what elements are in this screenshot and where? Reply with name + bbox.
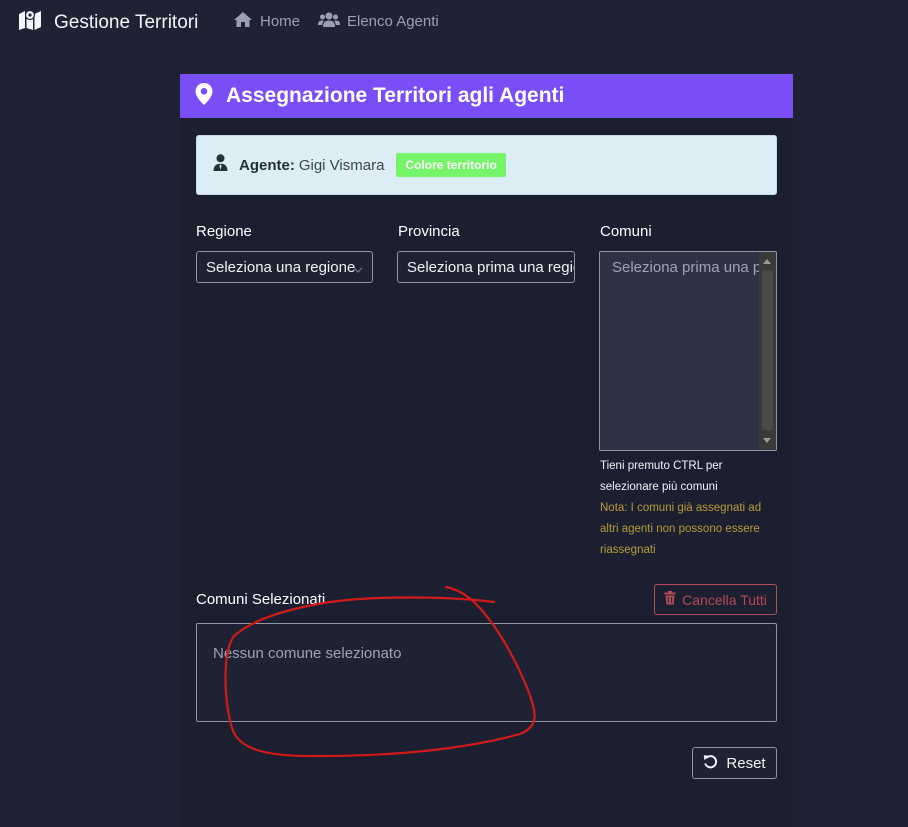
agent-name: Gigi Vismara bbox=[298, 156, 385, 174]
region-select-value: Seleziona una regione bbox=[206, 259, 356, 276]
card-header: Assegnazione Territori agli Agenti bbox=[180, 74, 793, 118]
brand[interactable]: Gestione Territori bbox=[18, 9, 198, 36]
comuni-label: Comuni bbox=[600, 223, 652, 240]
card-title: Assegnazione Territori agli Agenti bbox=[226, 84, 565, 107]
multiselect-help-text: Tieni premuto CTRL per selezionare più c… bbox=[600, 460, 723, 493]
map-marker-icon bbox=[194, 82, 214, 111]
province-select-value: Seleziona prima una regione bbox=[407, 259, 574, 276]
navbar: Gestione Territori Home Elenco Agenti bbox=[0, 0, 908, 44]
comuni-scrollbar[interactable] bbox=[759, 252, 776, 450]
selected-comuni-label: Comuni Selezionati bbox=[196, 591, 326, 608]
home-icon bbox=[233, 11, 260, 32]
assignment-note-text: Nota: I comuni già assegnati ad altri ag… bbox=[600, 502, 762, 556]
comuni-multiselect[interactable]: Seleziona prima una provincia bbox=[599, 251, 777, 451]
agent-label: Agente: bbox=[239, 156, 295, 174]
territory-color-badge: Colore territorio bbox=[396, 153, 506, 177]
chevron-down-icon bbox=[353, 261, 363, 278]
brand-title: Gestione Territori bbox=[54, 11, 199, 33]
region-label: Regione bbox=[196, 223, 252, 240]
reset-button[interactable]: Reset bbox=[692, 747, 777, 779]
nav-agents-link[interactable]: Elenco Agenti bbox=[318, 11, 439, 32]
nav-agents-label: Elenco Agenti bbox=[347, 13, 439, 30]
comuni-placeholder: Seleziona prima una provincia bbox=[612, 259, 776, 276]
agent-info-box: Agente: Gigi Vismara Colore territorio bbox=[196, 135, 777, 195]
scrollbar-thumb[interactable] bbox=[762, 270, 773, 430]
selected-comuni-box: Nessun comune selezionato bbox=[196, 623, 777, 722]
trash-icon bbox=[664, 591, 682, 608]
region-select[interactable]: Seleziona una regione bbox=[196, 251, 373, 283]
province-label: Provincia bbox=[398, 223, 460, 240]
province-select[interactable]: Seleziona prima una regione bbox=[397, 251, 575, 283]
selected-empty-text: Nessun comune selezionato bbox=[213, 645, 402, 662]
users-icon bbox=[318, 11, 347, 32]
scroll-down-arrow-icon[interactable] bbox=[763, 438, 771, 443]
clear-all-label: Cancella Tutti bbox=[682, 591, 767, 608]
clear-all-button[interactable]: Cancella Tutti bbox=[654, 584, 777, 615]
nav-home-label: Home bbox=[260, 13, 301, 30]
map-icon bbox=[18, 9, 42, 36]
undo-icon bbox=[703, 754, 726, 773]
territory-assignment-card: Assegnazione Territori agli Agenti Agent… bbox=[180, 74, 793, 827]
reset-label: Reset bbox=[726, 754, 766, 772]
nav-home-link[interactable]: Home bbox=[233, 11, 300, 32]
user-tie-icon bbox=[213, 154, 239, 176]
scroll-up-arrow-icon[interactable] bbox=[763, 259, 771, 264]
